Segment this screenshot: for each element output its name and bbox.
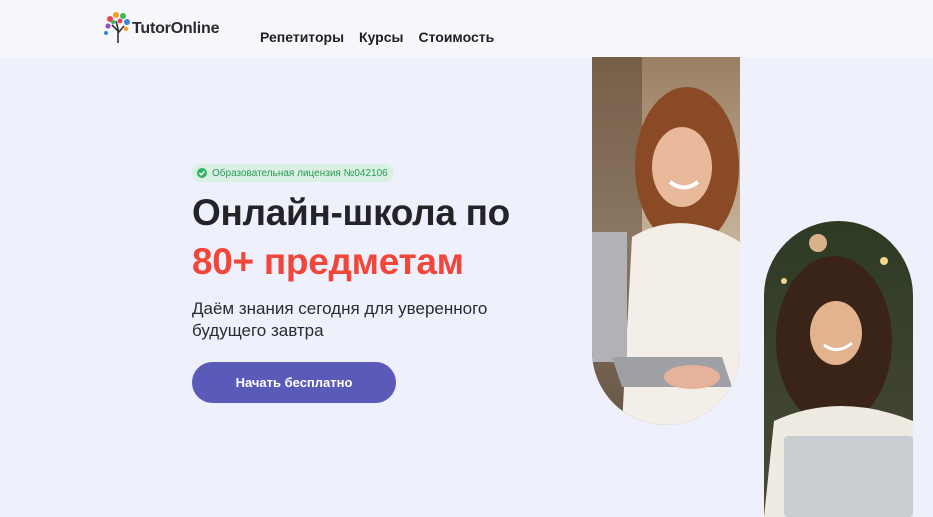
- start-free-button[interactable]: Начать бесплатно: [192, 362, 396, 403]
- hero-subtitle: Даём знания сегодня для уверенного будущ…: [192, 299, 488, 340]
- hero-title-accent: 80+ предметам: [192, 241, 464, 282]
- site-header: TutorOnline Репетиторы Курсы Стоимость: [0, 0, 933, 57]
- main-nav: Репетиторы Курсы Стоимость: [260, 29, 494, 45]
- license-badge: Образовательная лицензия №042106: [192, 164, 394, 182]
- woman-with-laptop-photo: [592, 57, 740, 425]
- license-text: Образовательная лицензия №042106: [212, 167, 388, 179]
- nav-item-courses[interactable]: Курсы: [359, 29, 403, 45]
- logo[interactable]: TutorOnline: [104, 8, 224, 44]
- hero-title: Онлайн-школа по: [192, 192, 510, 233]
- nav-item-tutors[interactable]: Репетиторы: [260, 29, 344, 45]
- tree-logo-icon: [104, 12, 130, 43]
- girl-laughing-at-laptop-photo: [764, 221, 913, 517]
- nav-item-pricing[interactable]: Стоимость: [418, 29, 494, 45]
- check-icon: [197, 168, 207, 178]
- logo-text: TutorOnline: [132, 20, 220, 37]
